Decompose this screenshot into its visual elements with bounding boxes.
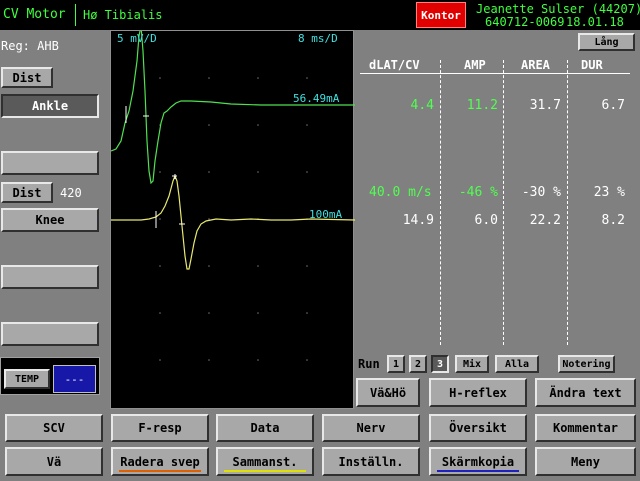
radera-underline [119,470,201,472]
row2-dur: 8.2 [601,213,625,228]
row1-area: 31.7 [529,98,561,113]
waveform-panel[interactable]: 5 mV/D 8 ms/D 56.49mA 100mA [110,30,355,409]
blank-button-3[interactable] [1,322,99,346]
installn-button[interactable]: Inställn. [322,447,420,476]
cursor-marks-2 [155,174,185,228]
trace-2 [111,174,355,270]
alla-button[interactable]: Alla [495,355,539,373]
radera-svep-button[interactable]: Radera svep [111,447,209,476]
run-label: Run [358,357,380,371]
col-header-area: AREA [521,58,550,72]
patient-id: 640712-0069 [485,15,565,29]
muscle-name: Hø Tibialis [83,8,163,22]
run-1-button[interactable]: 1 [387,355,405,373]
app-title: CV Motor [3,7,66,22]
patient-name: Jeanette Sulser (44207) [476,2,640,16]
skarmkopia-label: Skärmkopia [441,454,515,469]
cv-dur-pct: 23 % [593,185,625,200]
col-header-dlat: dLAT/CV [369,58,420,72]
header-divider [75,4,76,26]
andra-text-button[interactable]: Ändra text [535,378,636,407]
meny-button[interactable]: Meny [535,447,636,476]
temp-value-box: --- [53,365,96,393]
row1-dur: 6.7 [601,98,625,113]
row2-area: 22.2 [529,213,561,228]
oversikt-button[interactable]: Översikt [429,414,527,442]
blank-button-2[interactable] [1,265,99,289]
radera-svep-label: Radera svep [120,454,200,469]
run-3-button[interactable]: 3 [431,355,449,373]
trace-2-amp-label: 100mA [309,208,343,221]
cv-value: 40.0 m/s [369,185,432,200]
sensitivity-label: 5 mV/D [117,32,157,45]
data-button[interactable]: Data [216,414,314,442]
vaho-button[interactable]: Vä&Hö [356,378,420,407]
blank-button-1[interactable] [1,151,99,175]
cv-area-pct: -30 % [521,185,561,200]
hreflex-button[interactable]: H-reflex [429,378,527,407]
scv-button[interactable]: SCV [5,414,103,442]
dist-value: 420 [60,186,82,200]
header-underline [360,73,630,74]
lang-button[interactable]: Lång [578,33,635,51]
site-knee-button[interactable]: Knee [1,208,99,232]
mix-button[interactable]: Mix [455,355,489,373]
kommentar-button[interactable]: Kommentar [535,414,636,442]
sammanst-label: Sammanst. [232,454,298,469]
col-header-dur: DUR [581,58,603,72]
va-label: Vä [46,454,62,469]
exam-date: 18.01.18 [566,15,624,29]
row1-amp: 11.2 [466,98,498,113]
sammanst-button[interactable]: Sammanst. [216,447,314,476]
reg-label: Reg: AHB [1,39,59,53]
dist-button-1[interactable]: Dist [1,67,53,88]
dist-button-2[interactable]: Dist [1,182,53,203]
row2-dlat: 14.9 [402,213,434,228]
kontor-badge[interactable]: Kontor [416,2,466,28]
skarmkopia-button[interactable]: Skärmkopia [429,447,527,476]
temp-button[interactable]: TEMP [4,369,50,389]
trace-1 [111,31,355,185]
installn-label: Inställn. [338,454,404,469]
row2-amp: 6.0 [474,213,498,228]
sweep-label: 8 ms/D [298,32,338,45]
kontor-label: Kontor [421,8,461,22]
sammanst-underline [224,470,306,472]
trace-1-amp-label: 56.49mA [293,92,340,105]
notering-button[interactable]: Notering [558,355,615,373]
meny-label: Meny [571,454,600,469]
row1-dlat: 4.4 [410,98,434,113]
skarmkopia-underline [437,470,519,472]
nerv-button[interactable]: Nerv [322,414,420,442]
run-2-button[interactable]: 2 [409,355,427,373]
col-header-amp: AMP [464,58,486,72]
cv-amp-pct: -46 % [458,185,498,200]
temp-value: --- [64,372,85,386]
site-ankle-button[interactable]: Ankle [1,94,99,118]
va-button[interactable]: Vä [5,447,103,476]
fresp-button[interactable]: F-resp [111,414,209,442]
